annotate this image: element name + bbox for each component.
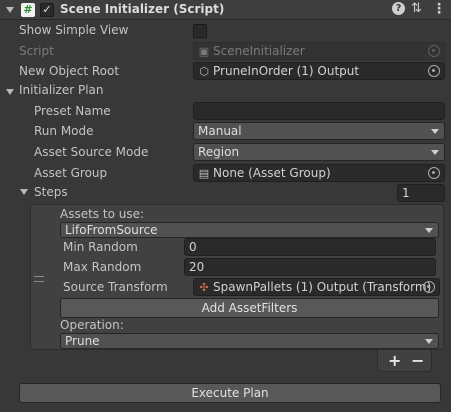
show-simple-view-label: Show Simple View <box>19 23 129 37</box>
asset-group-field[interactable]: ▤ None (Asset Group) <box>193 164 445 182</box>
remove-element-button[interactable]: − <box>411 351 424 370</box>
preset-name-input[interactable] <box>193 102 445 120</box>
execute-plan-button[interactable]: Execute Plan <box>19 383 441 403</box>
chevron-down-icon <box>431 150 439 155</box>
run-mode-dropdown[interactable]: Manual <box>193 122 445 140</box>
assets-to-use-label: Assets to use: <box>60 207 145 221</box>
presets-icon[interactable]: ⇅ <box>411 1 422 16</box>
steps-count-input[interactable]: 1 <box>397 184 445 202</box>
run-mode-value: Manual <box>198 124 242 138</box>
assets-to-use-value: LifoFromSource <box>65 223 158 237</box>
operation-dropdown[interactable]: Prune <box>60 333 439 349</box>
source-transform-value: SpawnPallets (1) Output (Transform) <box>213 280 432 294</box>
run-mode-label: Run Mode <box>34 124 94 138</box>
new-object-root-label: New Object Root <box>19 64 120 78</box>
initializer-plan-label[interactable]: Initializer Plan <box>19 83 104 97</box>
preset-name-label: Preset Name <box>34 104 111 118</box>
chevron-down-icon <box>431 129 439 134</box>
steps-foldout-icon[interactable] <box>20 189 28 195</box>
new-object-root-field[interactable]: ⬡ PruneInOrder (1) Output <box>193 62 445 80</box>
drag-handle-icon[interactable] <box>34 276 44 282</box>
help-icon[interactable]: ? <box>392 2 405 15</box>
object-picker-icon[interactable] <box>428 167 440 179</box>
operation-label: Operation: <box>60 318 124 332</box>
component-enabled-checkbox[interactable]: ✓ <box>40 3 54 17</box>
object-picker-icon[interactable] <box>423 281 435 293</box>
transform-icon: ✣ <box>199 281 209 294</box>
component-foldout-icon[interactable] <box>6 7 14 13</box>
script-value: SceneInitializer <box>213 44 305 58</box>
chevron-down-icon <box>425 228 433 233</box>
scriptable-object-icon: ▤ <box>198 167 210 180</box>
script-field: ▣ SceneInitializer <box>193 42 445 60</box>
min-random-label: Min Random <box>63 240 138 254</box>
script-label: Script <box>19 44 54 58</box>
steps-label[interactable]: Steps <box>34 185 68 199</box>
object-picker-icon[interactable] <box>428 65 440 77</box>
component-header: # ✓ Scene Initializer (Script) ? ⇅ ⋮ <box>0 0 451 20</box>
gameobject-icon: ⬡ <box>199 65 209 78</box>
asset-source-mode-label: Asset Source Mode <box>34 145 149 159</box>
max-random-input[interactable]: 20 <box>184 258 436 276</box>
asset-source-mode-value: Region <box>198 145 240 159</box>
script-icon: # <box>21 3 35 17</box>
new-object-root-value: PruneInOrder (1) Output <box>213 64 360 78</box>
script-picker-icon <box>428 45 440 57</box>
add-element-button[interactable]: + <box>388 351 401 370</box>
source-transform-field[interactable]: ✣ SpawnPallets (1) Output (Transform) <box>193 278 440 296</box>
operation-value: Prune <box>65 334 100 348</box>
component-title: Scene Initializer (Script) <box>60 2 225 16</box>
list-footer: + − <box>377 350 432 372</box>
min-random-input[interactable]: 0 <box>184 238 436 256</box>
asset-group-label: Asset Group <box>34 166 108 180</box>
script-asset-icon: ▣ <box>198 45 210 58</box>
assets-to-use-dropdown[interactable]: LifoFromSource <box>60 222 439 238</box>
context-menu-icon[interactable]: ⋮ <box>432 1 446 17</box>
source-transform-label: Source Transform <box>63 280 168 294</box>
initializer-plan-foldout-icon[interactable] <box>6 89 14 95</box>
max-random-label: Max Random <box>63 260 142 274</box>
add-asset-filters-button[interactable]: Add AssetFilters <box>60 298 439 318</box>
chevron-down-icon <box>425 339 433 344</box>
asset-source-mode-dropdown[interactable]: Region <box>193 143 445 161</box>
show-simple-view-checkbox[interactable] <box>193 24 207 38</box>
asset-group-value: None (Asset Group) <box>213 166 331 180</box>
